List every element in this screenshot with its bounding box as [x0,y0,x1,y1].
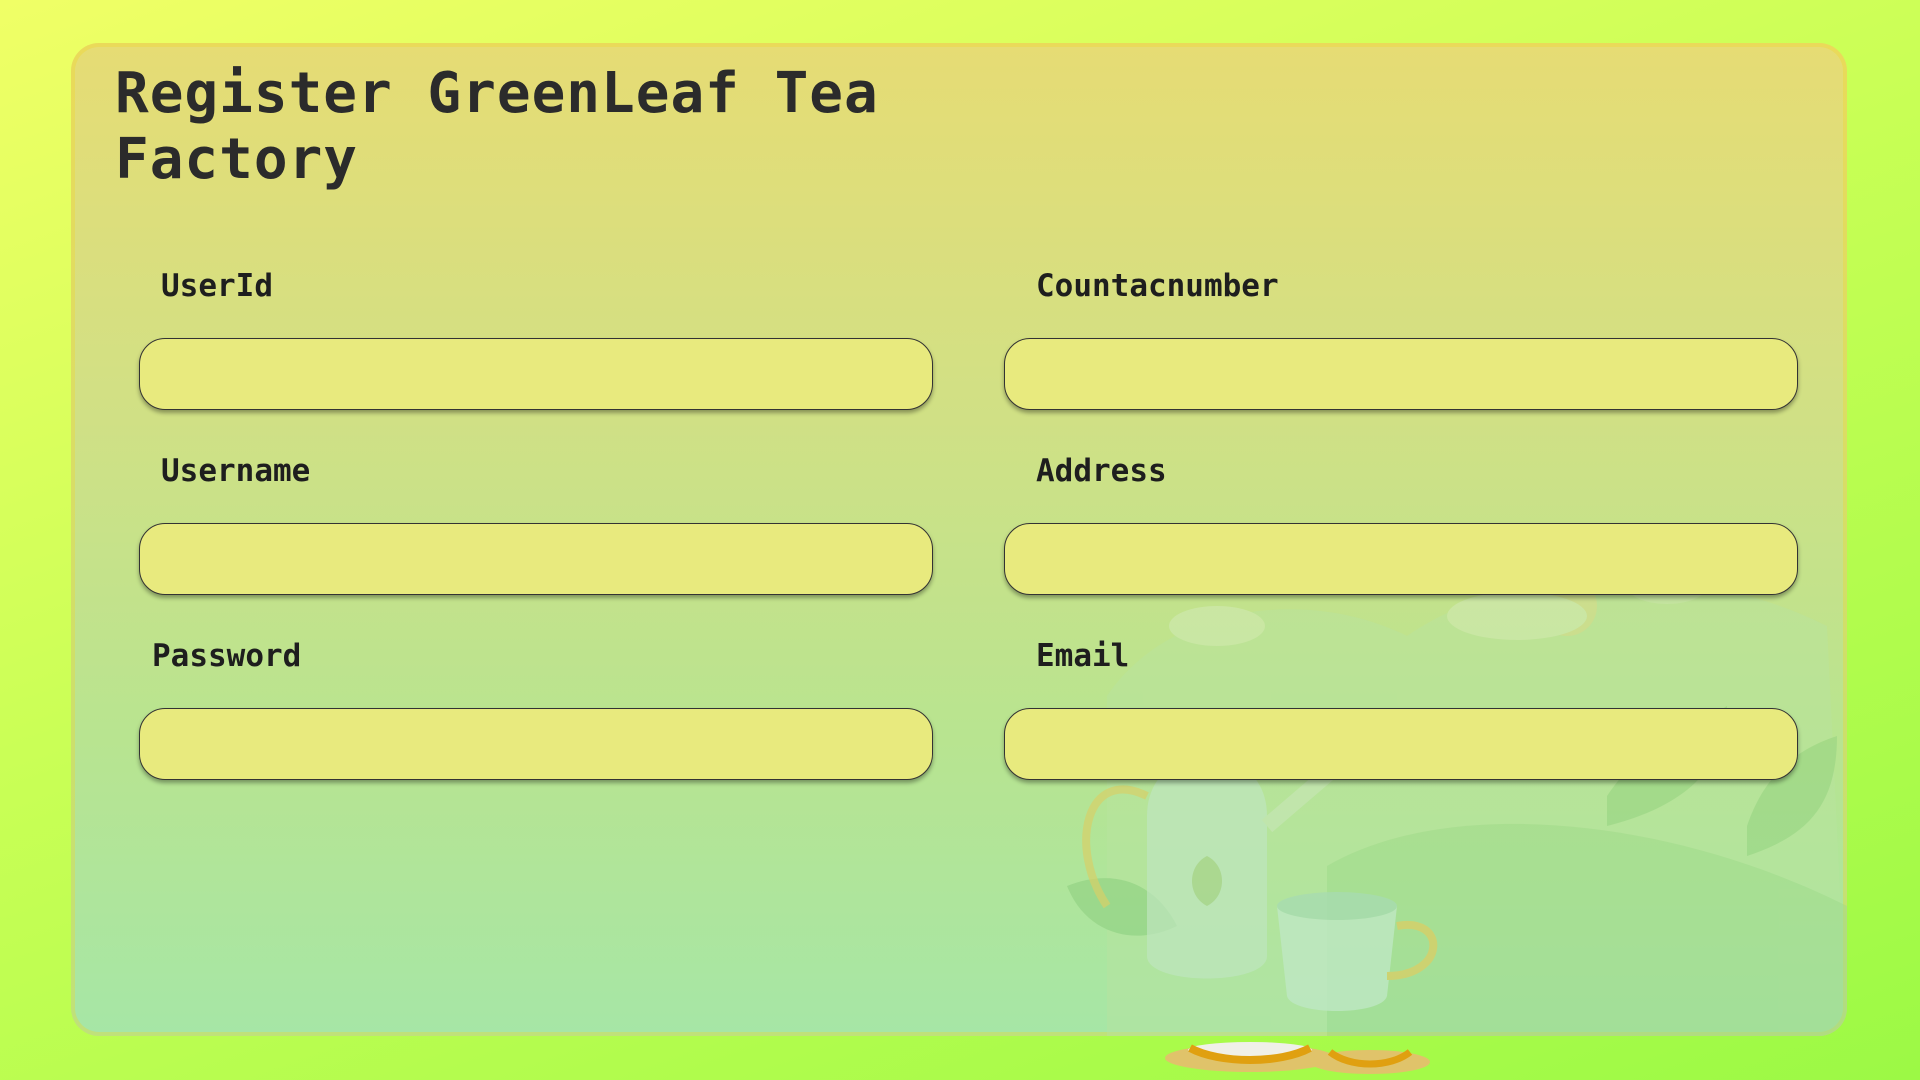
contactnumber-input[interactable] [1004,338,1798,410]
cloud-shape [1447,592,1587,640]
hill-shape [1107,578,1847,1036]
address-input[interactable] [1004,523,1798,595]
cloud-shape [1169,606,1265,646]
username-input[interactable] [139,523,933,595]
email-label: Email [1036,638,1130,674]
userid-label: UserId [161,268,273,304]
teacup-illustration [1277,892,1438,1011]
contactnumber-label: Countacnumber [1036,268,1279,304]
tea-leaf-icon [1192,856,1222,906]
password-label: Password [152,638,302,674]
address-label: Address [1036,453,1167,489]
page-title: Register GreenLeaf Tea Factory [115,61,879,192]
email-input[interactable] [1004,708,1798,780]
password-input[interactable] [139,708,933,780]
tea-illustration [1067,568,1847,1036]
saucer-illustration [1165,1042,1430,1074]
userid-input[interactable] [139,338,933,410]
username-label: Username [161,453,311,489]
tea-leaf-icon [1327,823,1847,1036]
tea-leaf-icon [1067,878,1177,936]
registration-panel: Register GreenLeaf Tea Factory UserId Us… [71,43,1847,1036]
